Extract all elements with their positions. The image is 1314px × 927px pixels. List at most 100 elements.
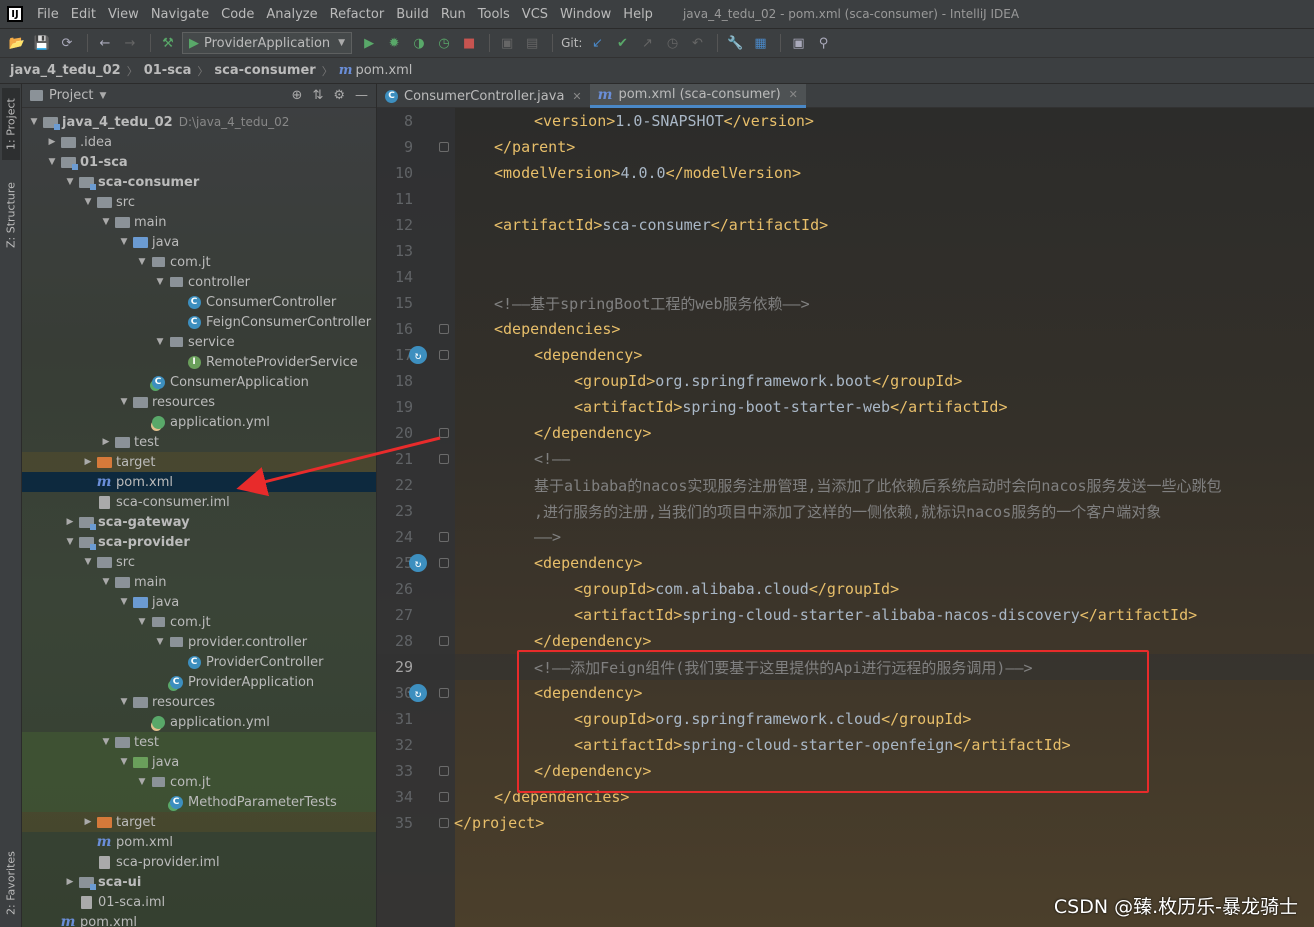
spring-bean-gutter-icon[interactable]: ↻ xyxy=(409,346,427,364)
expand-down-icon[interactable]: ▼ xyxy=(118,697,130,707)
tab-pom-xml[interactable]: m pom.xml (sca-consumer) ✕ xyxy=(589,84,806,108)
code-line[interactable]: 22 基于alibaba的nacos实现服务注册管理,当添加了此依赖后系统启动时会… xyxy=(377,472,1314,498)
tree-item[interactable]: ▼ main xyxy=(22,572,376,592)
code-line[interactable]: 24 ——> xyxy=(377,524,1314,550)
code-line[interactable]: 32 <artifactId>spring-cloud-starter-openf… xyxy=(377,732,1314,758)
code-line[interactable]: 34 </dependencies> xyxy=(377,784,1314,810)
build-hammer-icon[interactable]: ⚒ xyxy=(157,32,179,54)
spring-bean-gutter-icon[interactable]: ↻ xyxy=(409,554,427,572)
menu-edit[interactable]: Edit xyxy=(65,7,102,22)
tree-item[interactable]: C FeignConsumerController xyxy=(22,312,376,332)
tree-item[interactable]: m pom.xml xyxy=(22,912,376,927)
tree-item[interactable]: ▶ sca-gateway xyxy=(22,512,376,532)
tree-item[interactable]: C ProviderApplication xyxy=(22,672,376,692)
code-line[interactable]: 35 </project> xyxy=(377,810,1314,836)
tree-item[interactable]: C MethodParameterTests xyxy=(22,792,376,812)
code-line[interactable]: 21 <!—— xyxy=(377,446,1314,472)
code-line[interactable]: 9 </parent> xyxy=(377,134,1314,160)
fold-marker-icon[interactable] xyxy=(439,818,449,828)
tree-item[interactable]: ▶ target xyxy=(22,452,376,472)
menu-build[interactable]: Build xyxy=(390,7,435,22)
tree-item[interactable]: ▼ sca-consumer xyxy=(22,172,376,192)
locate-file-icon[interactable]: ⊕ xyxy=(292,88,303,103)
tree-item[interactable]: ▼ resources xyxy=(22,692,376,712)
expand-right-icon[interactable]: ▶ xyxy=(82,457,94,467)
tree-item[interactable]: ▼ java xyxy=(22,752,376,772)
tree-item[interactable]: ▶ target xyxy=(22,812,376,832)
code-line[interactable]: 29 <!——添加Feign组件(我们要基于这里提供的Api进行远程的服务调用)—… xyxy=(377,654,1314,680)
expand-right-icon[interactable]: ▶ xyxy=(64,517,76,527)
code-line[interactable]: 13 xyxy=(377,238,1314,264)
menu-run[interactable]: Run xyxy=(435,7,472,22)
tree-item[interactable]: ▶ sca-ui xyxy=(22,872,376,892)
expand-down-icon[interactable]: ▼ xyxy=(28,117,40,127)
expand-down-icon[interactable]: ▼ xyxy=(154,277,166,287)
tree-item[interactable]: C ConsumerController xyxy=(22,292,376,312)
git-push-icon[interactable]: ↗ xyxy=(636,32,658,54)
tree-item[interactable]: ▼ com.jt xyxy=(22,772,376,792)
code-line[interactable]: 26 <groupId>com.alibaba.cloud</groupId> xyxy=(377,576,1314,602)
expand-right-icon[interactable]: ▶ xyxy=(46,137,58,147)
menu-vcs[interactable]: VCS xyxy=(516,7,554,22)
fold-marker-icon[interactable] xyxy=(439,350,449,360)
expand-right-icon[interactable]: ▶ xyxy=(64,877,76,887)
fold-marker-icon[interactable] xyxy=(439,558,449,568)
tree-item[interactable]: ▶ test xyxy=(22,432,376,452)
gear-icon[interactable]: ⚙ xyxy=(333,88,345,103)
menu-navigate[interactable]: Navigate xyxy=(145,7,215,22)
profile-icon[interactable]: ◷ xyxy=(433,32,455,54)
tree-item[interactable]: ▼ java xyxy=(22,232,376,252)
expand-down-icon[interactable]: ▼ xyxy=(154,337,166,347)
debug-icon[interactable]: ✹ xyxy=(383,32,405,54)
expand-down-icon[interactable]: ▼ xyxy=(118,397,130,407)
tree-item[interactable]: ▼ service xyxy=(22,332,376,352)
expand-down-icon[interactable]: ▼ xyxy=(136,257,148,267)
menu-window[interactable]: Window xyxy=(554,7,617,22)
git-commit-icon[interactable]: ✔ xyxy=(611,32,633,54)
git-history-icon[interactable]: ◷ xyxy=(661,32,683,54)
expand-down-icon[interactable]: ▼ xyxy=(100,217,112,227)
code-line[interactable]: 15 <!——基于springBoot工程的web服务依赖——> xyxy=(377,290,1314,316)
fold-marker-icon[interactable] xyxy=(439,688,449,698)
expand-down-icon[interactable]: ▼ xyxy=(154,637,166,647)
code-line[interactable]: 31 <groupId>org.springframework.cloud</gr… xyxy=(377,706,1314,732)
back-arrow-icon[interactable]: ← xyxy=(94,32,116,54)
fold-marker-icon[interactable] xyxy=(439,766,449,776)
breadcrumb-submodule[interactable]: sca-consumer xyxy=(214,63,315,78)
menu-code[interactable]: Code xyxy=(215,7,260,22)
tree-item[interactable]: C ProviderController xyxy=(22,652,376,672)
code-line[interactable]: 28 </dependency> xyxy=(377,628,1314,654)
expand-down-icon[interactable]: ▼ xyxy=(118,597,130,607)
code-line[interactable]: 16 <dependencies> xyxy=(377,316,1314,342)
project-structure-icon[interactable]: ▦ xyxy=(749,32,771,54)
hide-panel-icon[interactable]: — xyxy=(355,88,368,103)
code-line[interactable]: 18 <groupId>org.springframework.boot</gro… xyxy=(377,368,1314,394)
code-line[interactable]: 11 xyxy=(377,186,1314,212)
expand-down-icon[interactable]: ▼ xyxy=(118,757,130,767)
code-line[interactable]: 10 <modelVersion>4.0.0</modelVersion> xyxy=(377,160,1314,186)
code-line[interactable]: 17 ↻ <dependency> xyxy=(377,342,1314,368)
tree-item[interactable]: ▼ sca-provider xyxy=(22,532,376,552)
presentation-icon[interactable]: ▣ xyxy=(787,32,809,54)
tree-item[interactable]: ▼ java_4_tedu_02 D:\java_4_tedu_02 xyxy=(22,112,376,132)
chevron-down-icon[interactable]: ▼ xyxy=(99,91,106,101)
menu-analyze[interactable]: Analyze xyxy=(260,7,323,22)
code-line[interactable]: 25 ↻ <dependency> xyxy=(377,550,1314,576)
tree-item[interactable]: sca-consumer.iml xyxy=(22,492,376,512)
menu-refactor[interactable]: Refactor xyxy=(324,7,391,22)
tree-item[interactable]: m pom.xml xyxy=(22,472,376,492)
expand-down-icon[interactable]: ▼ xyxy=(100,737,112,747)
fold-marker-icon[interactable] xyxy=(439,454,449,464)
tree-item[interactable]: sca-provider.iml xyxy=(22,852,376,872)
stop-icon[interactable]: ■ xyxy=(458,32,480,54)
settings-wrench-icon[interactable]: 🔧 xyxy=(724,32,746,54)
tree-item[interactable]: ▼ provider.controller xyxy=(22,632,376,652)
expand-down-icon[interactable]: ▼ xyxy=(100,577,112,587)
code-line[interactable]: 33 </dependency> xyxy=(377,758,1314,784)
tree-item[interactable]: I RemoteProviderService xyxy=(22,352,376,372)
fold-marker-icon[interactable] xyxy=(439,636,449,646)
code-line[interactable]: 20 </dependency> xyxy=(377,420,1314,446)
expand-down-icon[interactable]: ▼ xyxy=(64,537,76,547)
tree-item[interactable]: application.yml xyxy=(22,712,376,732)
close-icon[interactable]: ✕ xyxy=(789,88,798,101)
